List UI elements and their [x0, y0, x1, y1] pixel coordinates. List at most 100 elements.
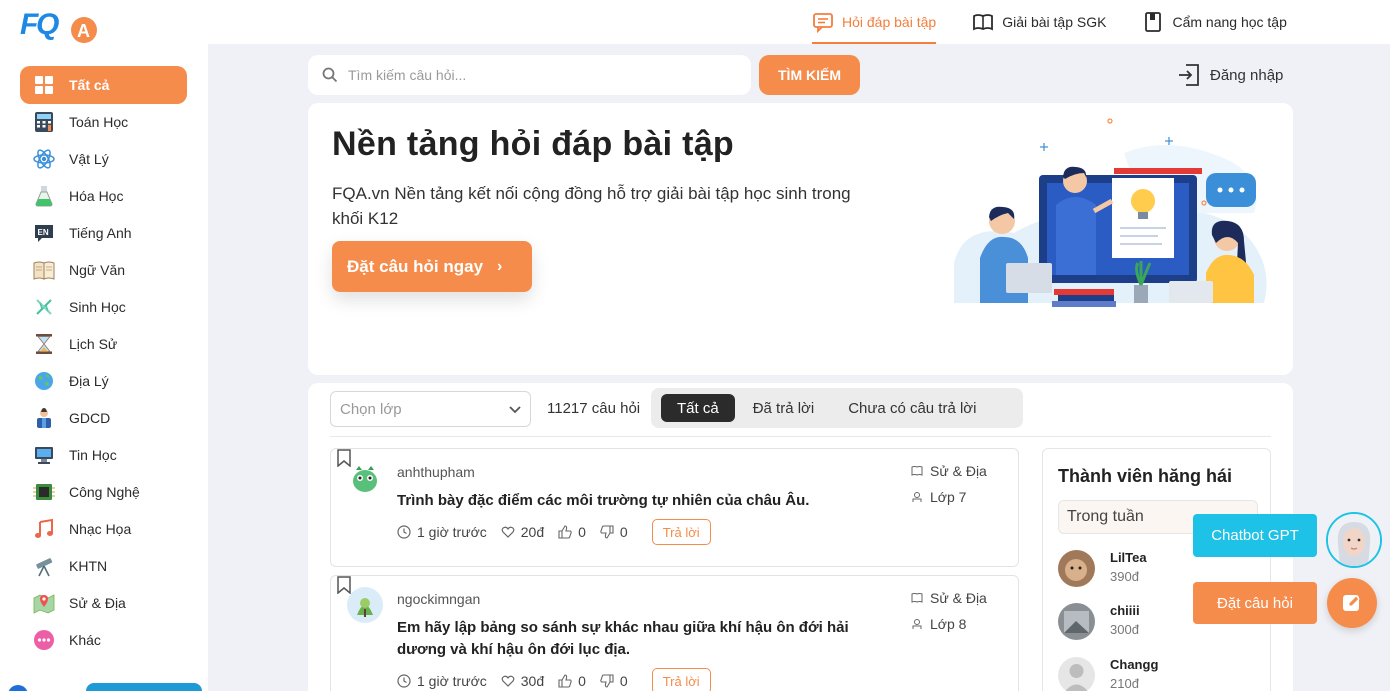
question-tags: Sử & Địa Lớp 8 — [911, 588, 987, 640]
bookmark-icon[interactable] — [336, 576, 352, 594]
thumbs-up-icon — [558, 674, 572, 688]
sidebar-item-tin-hoc[interactable]: Tin Học — [20, 438, 187, 472]
like-count: 0 — [578, 524, 586, 540]
hero-banner: Nền tảng hỏi đáp bài tập FQA.vn Nền tảng… — [308, 103, 1293, 375]
question-subject[interactable]: Sử & Địa — [930, 590, 987, 606]
sidebar-item-su-dia[interactable]: Sử & Địa — [20, 586, 187, 620]
question-text[interactable]: Em hãy lập bảng so sánh sự khác nhau giữ… — [397, 617, 877, 661]
topnav-giai-bai-tap[interactable]: Giải bài tập SGK — [960, 0, 1118, 44]
sidebar-item-cong-nghe[interactable]: Công Nghệ — [20, 475, 187, 509]
students-illustration — [954, 118, 1267, 307]
question-grade[interactable]: Lớp 7 — [930, 489, 966, 505]
sidebar-item-khac[interactable]: Khác — [20, 623, 187, 657]
sidebar-item-label: GDCD — [69, 410, 111, 426]
dislike-count: 0 — [619, 524, 628, 540]
sidebar-item-vat-ly[interactable]: Vật Lý — [20, 142, 187, 176]
question-points: 30đ — [520, 673, 545, 689]
question-text[interactable]: Trình bày đặc điểm các môi trường tự nhi… — [397, 490, 877, 512]
topnav-label: Cẩm nang học tập — [1172, 14, 1287, 30]
sidebar-item-lich-su[interactable]: Lịch Sử — [20, 327, 187, 361]
question-card[interactable]: ngockimngan Em hãy lập bảng so sánh sự k… — [330, 575, 1019, 691]
chatbot-avatar[interactable] — [1326, 512, 1382, 568]
question-points: 20đ — [520, 524, 545, 540]
sidebar-item-label: Nhạc Họa — [69, 521, 132, 537]
sidebar-item-toan-hoc[interactable]: Toán Học — [20, 105, 187, 139]
sidebar-item-nhac-hoa[interactable]: Nhạc Họa — [20, 512, 187, 546]
login-button[interactable]: Đăng nhập — [1176, 62, 1283, 88]
sidebar-item-tieng-anh[interactable]: EN Tiếng Anh — [20, 216, 187, 250]
avatar — [1058, 550, 1095, 587]
question-grade[interactable]: Lớp 8 — [930, 616, 966, 632]
sidebar-item-sinh-hoc[interactable]: Sinh Học — [20, 290, 187, 324]
search-box — [308, 55, 751, 95]
top-header: F Q A Hỏi đáp bài tập Giải bài tập SGK C… — [0, 0, 1390, 44]
sidebar-item-khtn[interactable]: KHTN — [20, 549, 187, 583]
sidebar-item-hoa-hoc[interactable]: Hóa Học — [20, 179, 187, 213]
grade-select[interactable]: Chọn lớp — [330, 391, 531, 427]
sidebar-item-label: Sinh Học — [69, 299, 126, 315]
chevron-down-icon — [509, 406, 521, 414]
book-tag-icon — [911, 593, 923, 603]
search-input[interactable] — [348, 67, 728, 83]
dislike-button[interactable]: 0 — [600, 673, 628, 689]
period-select-value: Trong tuần — [1067, 508, 1144, 525]
more-dots-icon — [33, 629, 55, 651]
question-author[interactable]: anhthupham — [397, 464, 475, 480]
ask-question-fab[interactable] — [1327, 578, 1377, 628]
member-name: LilTea — [1110, 550, 1147, 565]
member-item[interactable]: Changg 210đ — [1058, 657, 1258, 691]
ask-question-now-button[interactable]: Đặt câu hỏi ngay › — [332, 241, 532, 292]
fqa-logo[interactable]: F Q A — [20, 4, 102, 44]
avatar[interactable] — [347, 460, 383, 496]
answer-filter-tabs: Tất cả Đã trả lời Chưa có câu trả lời — [651, 388, 1023, 428]
member-name: chiiii — [1110, 603, 1140, 618]
grid-icon — [33, 74, 55, 96]
sidebar-promo-banner[interactable] — [86, 683, 202, 691]
tab-answered[interactable]: Đã trả lời — [737, 394, 831, 422]
dislike-button[interactable]: 0 — [600, 524, 628, 540]
dislike-count: 0 — [619, 673, 628, 689]
sidebar-item-label: Tin Học — [69, 447, 117, 463]
grade-select-value: Chọn lớp — [340, 400, 402, 418]
chatbot-gpt-button[interactable]: Chatbot GPT — [1193, 514, 1317, 557]
reply-button[interactable]: Trả lời — [651, 519, 711, 545]
logo-graphic: F Q A — [20, 8, 97, 43]
sidebar-item-label: Lịch Sử — [69, 336, 118, 352]
avatar — [1058, 603, 1095, 640]
bookmark-icon[interactable] — [336, 449, 352, 467]
ask-question-float-button[interactable]: Đặt câu hỏi — [1193, 582, 1317, 624]
avatar — [1058, 657, 1095, 691]
sidebar-item-label: KHTN — [69, 558, 108, 574]
svg-text:Q: Q — [36, 8, 59, 41]
sidebar-item-gdcd[interactable]: GDCD — [20, 401, 187, 435]
edit-icon — [1343, 595, 1360, 611]
chatbot-avatar-image — [1328, 514, 1380, 566]
member-points: 300đ — [1110, 622, 1139, 637]
topnav-hoi-dap[interactable]: Hỏi đáp bài tập — [800, 0, 948, 44]
question-subject[interactable]: Sử & Địa — [930, 463, 987, 479]
sidebar-item-tat-ca[interactable]: Tất cả — [20, 66, 187, 104]
like-button[interactable]: 0 — [558, 524, 586, 540]
tab-unanswered[interactable]: Chưa có câu trả lời — [832, 394, 992, 422]
question-author[interactable]: ngockimngan — [397, 591, 480, 607]
sidebar-item-ngu-van[interactable]: Ngữ Văn — [20, 253, 187, 287]
login-icon — [1179, 64, 1199, 86]
search-button[interactable]: TÌM KIẾM — [759, 55, 860, 95]
globe-icon — [33, 370, 55, 392]
question-count: 11217 câu hỏi — [547, 400, 641, 417]
sidebar-item-dia-ly[interactable]: Địa Lý — [20, 364, 187, 398]
member-points: 210đ — [1110, 676, 1139, 691]
hourglass-icon — [33, 333, 55, 355]
svg-text:EN: EN — [38, 228, 49, 237]
question-meta: 1 giờ trước 30đ 0 0 Trả lời — [397, 668, 711, 691]
like-button[interactable]: 0 — [558, 673, 586, 689]
music-note-icon — [33, 518, 55, 540]
reply-button[interactable]: Trả lời — [651, 668, 711, 691]
citizen-icon — [33, 407, 55, 429]
dna-icon — [33, 296, 55, 318]
question-card[interactable]: anhthupham Trình bày đặc điểm các môi tr… — [330, 448, 1019, 567]
topnav-cam-nang[interactable]: Cẩm nang học tập — [1130, 0, 1298, 44]
avatar[interactable] — [347, 587, 383, 623]
tab-all[interactable]: Tất cả — [661, 394, 735, 422]
search-icon — [322, 67, 338, 83]
